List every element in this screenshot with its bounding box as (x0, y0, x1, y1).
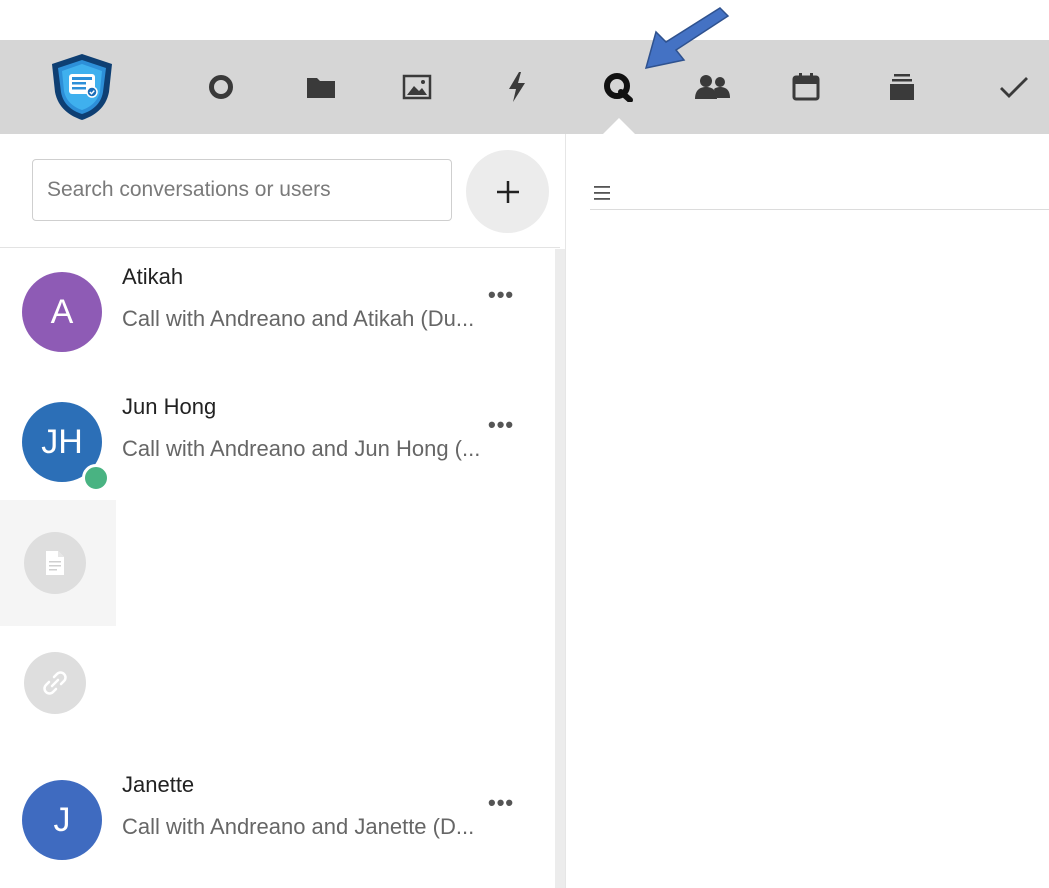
app-logo[interactable] (44, 40, 120, 134)
conversation-subtitle: Call with Andreano and Janette (D... (122, 814, 475, 839)
conversation-name: Atikah (122, 264, 184, 289)
nav-files[interactable] (296, 40, 346, 134)
calendar-icon (792, 73, 820, 101)
conversation-item[interactable]: A Atikah Call with Andreano and Atikah (… (0, 252, 553, 364)
plus-icon (496, 180, 519, 203)
talk-icon (604, 73, 633, 102)
nav-tasks[interactable] (994, 40, 1034, 134)
annotation-arrow-icon (644, 7, 730, 69)
nav-photos[interactable] (392, 40, 442, 134)
more-options-button[interactable]: ••• (488, 790, 514, 816)
conversation-subtitle: Call with Andreano and Atikah (Du... (122, 306, 475, 331)
chat-panel (566, 134, 1049, 888)
document-icon (24, 532, 86, 594)
conversation-subtitle: Call with Andreano and Jun Hong (... (122, 436, 481, 461)
conversation-item[interactable]: JH Jun Hong Call with Andreano and Jun H… (0, 382, 553, 494)
checkmark-icon (1000, 77, 1028, 98)
divider (0, 247, 560, 248)
shield-logo-icon (52, 54, 112, 120)
hamburger-menu-icon (594, 186, 610, 200)
nav-dashboard[interactable] (196, 40, 246, 134)
divider (590, 209, 1049, 210)
conversation-list-panel: A Atikah Call with Andreano and Atikah (… (0, 134, 566, 888)
conversation-item[interactable]: J Janette Call with Andreano and Janette… (0, 760, 553, 872)
deck-icon (890, 74, 914, 100)
dashboard-icon (209, 75, 233, 99)
scrollbar[interactable] (555, 249, 565, 888)
avatar-initials: JH (41, 422, 83, 461)
nav-calendar[interactable] (781, 40, 831, 134)
nav-activity[interactable] (492, 40, 542, 134)
online-status-icon (82, 464, 110, 492)
image-icon (402, 74, 432, 100)
nav-deck[interactable] (877, 40, 927, 134)
folder-icon (307, 78, 335, 98)
top-navigation-bar (0, 40, 1049, 134)
more-options-button[interactable]: ••• (488, 412, 514, 438)
toggle-navigation-button[interactable] (588, 178, 618, 208)
search-input[interactable] (32, 159, 452, 221)
avatar-initials: J (53, 800, 71, 839)
active-tab-indicator (603, 118, 635, 134)
new-conversation-button[interactable] (466, 150, 549, 233)
lightning-icon (509, 72, 525, 102)
avatar: J (22, 780, 102, 860)
conversation-name: Janette (122, 772, 195, 797)
conversation-name: Jun Hong (122, 394, 217, 419)
link-icon (24, 652, 86, 714)
more-options-button[interactable]: ••• (488, 282, 514, 308)
avatar: A (22, 272, 102, 352)
contacts-icon (695, 75, 730, 99)
avatar-initials: A (50, 292, 74, 331)
